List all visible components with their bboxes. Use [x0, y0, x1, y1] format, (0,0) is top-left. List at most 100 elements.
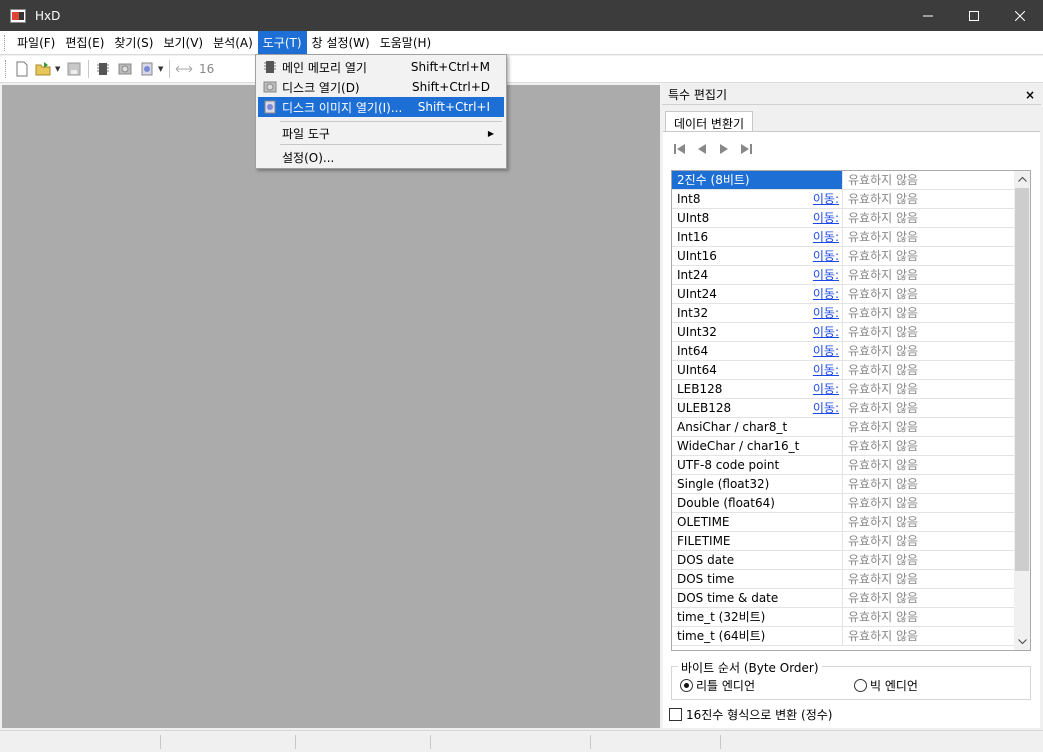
scroll-down-arrow[interactable] — [1014, 634, 1030, 650]
next-icon[interactable] — [717, 142, 731, 156]
table-row[interactable]: UInt32 이동: 유효하지 않음 — [672, 323, 1015, 342]
table-row[interactable]: Int16 이동: 유효하지 않음 — [672, 228, 1015, 247]
open-disk-image-button[interactable] — [136, 58, 158, 80]
table-row[interactable]: UInt64 이동: 유효하지 않음 — [672, 361, 1015, 380]
row-value[interactable]: 유효하지 않음 — [843, 209, 918, 227]
goto-link[interactable]: 이동: — [813, 285, 839, 303]
menu-analysis[interactable]: 분석(A) — [208, 31, 258, 54]
close-button[interactable] — [997, 0, 1043, 31]
table-row[interactable]: Int32 이동: 유효하지 않음 — [672, 304, 1015, 323]
goto-link[interactable]: 이동: — [813, 247, 839, 265]
menu-settings[interactable]: 설정(O)... — [258, 147, 504, 167]
editor-workspace[interactable] — [2, 85, 660, 728]
panel-close-button[interactable]: × — [1025, 88, 1035, 102]
menu-open-main-memory[interactable]: 메인 메모리 열기 Shift+Ctrl+M — [258, 57, 504, 77]
row-value[interactable]: 유효하지 않음 — [843, 475, 918, 493]
hex-format-checkbox[interactable]: 16진수 형식으로 변환 (정수) — [669, 706, 832, 723]
menu-file[interactable]: 파일(F) — [12, 31, 60, 54]
table-row[interactable]: Single (float32) 유효하지 않음 — [672, 475, 1015, 494]
table-row[interactable]: Int24 이동: 유효하지 않음 — [672, 266, 1015, 285]
menu-open-disk[interactable]: 디스크 열기(D) Shift+Ctrl+D — [258, 77, 504, 97]
open-dropdown-arrow[interactable]: ▼ — [55, 65, 63, 73]
table-row[interactable]: OLETIME 유효하지 않음 — [672, 513, 1015, 532]
data-inspector-grid[interactable]: time_t (64비트) 유효하지 않음 time_t (32비트) 유효하지 않음… — [671, 170, 1031, 651]
table-row[interactable]: UTF-8 code point 유효하지 않음 — [672, 456, 1015, 475]
row-value[interactable]: 유효하지 않음 — [843, 570, 918, 588]
menu-window[interactable]: 창 설정(W) — [307, 31, 375, 54]
table-row[interactable]: DOS time & date 유효하지 않음 — [672, 589, 1015, 608]
goto-link[interactable]: 이동: — [813, 209, 839, 227]
table-row[interactable]: Int8 이동: 유효하지 않음 — [672, 190, 1015, 209]
disk-dropdown-arrow[interactable]: ▼ — [158, 65, 166, 73]
row-value[interactable]: 유효하지 않음 — [843, 418, 918, 436]
goto-link[interactable]: 이동: — [813, 304, 839, 322]
scroll-up-arrow[interactable] — [1014, 171, 1030, 187]
table-row[interactable]: UInt24 이동: 유효하지 않음 — [672, 285, 1015, 304]
table-row[interactable]: time_t (32비트) 유효하지 않음 — [672, 608, 1015, 627]
goto-link[interactable]: 이동: — [813, 323, 839, 341]
row-value[interactable]: 유효하지 않음 — [843, 532, 918, 550]
row-value[interactable]: 유효하지 않음 — [843, 361, 918, 379]
row-value[interactable]: 유효하지 않음 — [843, 171, 918, 189]
table-row[interactable]: Double (float64) 유효하지 않음 — [672, 494, 1015, 513]
goto-link[interactable]: 이동: — [813, 228, 839, 246]
row-value[interactable]: 유효하지 않음 — [843, 380, 918, 398]
maximize-button[interactable] — [951, 0, 997, 31]
goto-link[interactable]: 이동: — [813, 380, 839, 398]
goto-link[interactable]: 이동: — [813, 342, 839, 360]
table-row[interactable]: WideChar / char16_t 유효하지 않음 — [672, 437, 1015, 456]
tab-data-inspector[interactable]: 데이터 변환기 — [665, 111, 754, 132]
row-value[interactable]: 유효하지 않음 — [843, 247, 918, 265]
row-value[interactable]: 유효하지 않음 — [843, 228, 918, 246]
menu-search[interactable]: 찾기(S) — [109, 31, 158, 54]
row-value[interactable]: 유효하지 않음 — [843, 437, 918, 455]
row-value[interactable]: 유효하지 않음 — [843, 285, 918, 303]
last-icon[interactable] — [739, 142, 753, 156]
save-button[interactable] — [63, 58, 85, 80]
table-row[interactable]: UInt8 이동: 유효하지 않음 — [672, 209, 1015, 228]
row-value[interactable]: 유효하지 않음 — [843, 342, 918, 360]
first-icon[interactable] — [673, 142, 687, 156]
menu-edit[interactable]: 편집(E) — [60, 31, 109, 54]
menu-view[interactable]: 보기(V) — [158, 31, 208, 54]
table-row[interactable]: UInt16 이동: 유효하지 않음 — [672, 247, 1015, 266]
open-disk-button[interactable] — [114, 58, 136, 80]
row-value[interactable]: 유효하지 않음 — [843, 399, 918, 417]
menu-help[interactable]: 도움말(H) — [375, 31, 437, 54]
table-row[interactable]: Int64 이동: 유효하지 않음 — [672, 342, 1015, 361]
table-row[interactable]: LEB128 이동: 유효하지 않음 — [672, 380, 1015, 399]
open-file-button[interactable] — [33, 58, 55, 80]
goto-link[interactable]: 이동: — [813, 190, 839, 208]
row-value[interactable]: 유효하지 않음 — [843, 190, 918, 208]
goto-link[interactable]: 이동: — [813, 399, 839, 417]
goto-link[interactable]: 이동: — [813, 361, 839, 379]
big-endian-radio[interactable]: 빅 엔디언 — [854, 677, 918, 694]
row-value[interactable]: 유효하지 않음 — [843, 323, 918, 341]
table-row[interactable]: ULEB128 이동: 유효하지 않음 — [672, 399, 1015, 418]
new-file-button[interactable] — [11, 58, 33, 80]
table-row[interactable]: FILETIME 유효하지 않음 — [672, 532, 1015, 551]
scroll-thumb[interactable] — [1015, 188, 1029, 571]
little-endian-radio[interactable]: 리틀 엔디언 — [680, 677, 755, 694]
minimize-button[interactable] — [905, 0, 951, 31]
menu-tools[interactable]: 도구(T) — [257, 31, 307, 54]
menu-open-disk-image[interactable]: 디스크 이미지 열기(I)... Shift+Ctrl+I — [258, 97, 504, 117]
open-ram-button[interactable] — [92, 58, 114, 80]
row-value[interactable]: 유효하지 않음 — [843, 494, 918, 512]
row-value[interactable]: 유효하지 않음 — [843, 551, 918, 569]
row-value[interactable]: 유효하지 않음 — [843, 627, 918, 645]
table-row[interactable]: 2진수 (8비트) 유효하지 않음 — [672, 171, 1015, 190]
table-row[interactable]: time_t (64비트) 유효하지 않음 — [672, 627, 1015, 646]
row-value[interactable]: 유효하지 않음 — [843, 266, 918, 284]
row-value[interactable]: 유효하지 않음 — [843, 304, 918, 322]
row-value[interactable]: 유효하지 않음 — [843, 456, 918, 474]
bytes-per-row-value[interactable]: 16 — [199, 62, 214, 76]
row-value[interactable]: 유효하지 않음 — [843, 608, 918, 626]
table-row[interactable]: DOS time 유효하지 않음 — [672, 570, 1015, 589]
previous-icon[interactable] — [695, 142, 709, 156]
bytes-per-row-icon-button[interactable] — [173, 58, 195, 80]
grid-scrollbar[interactable] — [1014, 171, 1030, 650]
row-value[interactable]: 유효하지 않음 — [843, 589, 918, 607]
table-row[interactable]: AnsiChar / char8_t 유효하지 않음 — [672, 418, 1015, 437]
table-row[interactable]: DOS date 유효하지 않음 — [672, 551, 1015, 570]
